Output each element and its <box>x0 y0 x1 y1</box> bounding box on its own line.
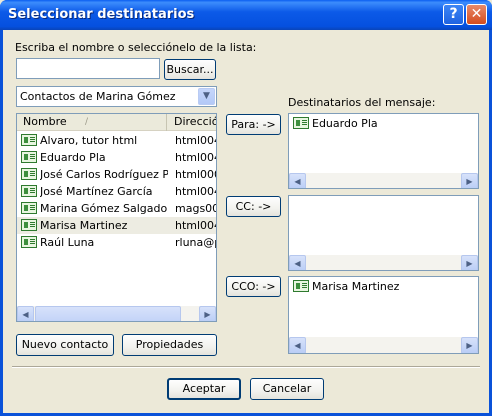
scroll-left-icon[interactable]: ◀ <box>289 173 306 188</box>
contact-card-icon <box>293 117 309 129</box>
contact-address: mags007 <box>175 202 216 215</box>
scroll-left-icon[interactable]: ◀ <box>289 337 306 353</box>
recipient-name: Marisa Martinez <box>312 280 400 293</box>
contacts-list-header: Nombre ∕ Dirección <box>17 114 216 131</box>
cc-button[interactable]: CC: -> <box>226 196 281 217</box>
contact-card-icon <box>21 219 37 231</box>
contact-name: Raúl Luna <box>40 236 95 249</box>
column-header-name[interactable]: Nombre ∕ <box>17 114 167 131</box>
recipient-name: Eduardo Pla <box>312 117 378 130</box>
bcc-list-scrollbar[interactable]: ◀ ▶ <box>289 336 478 353</box>
contact-row[interactable]: Marina Gómez Salgado mags007 <box>17 200 216 217</box>
contact-address: rluna@p <box>175 236 217 249</box>
scroll-right-icon[interactable]: ▶ <box>461 337 478 353</box>
contact-name: Marina Gómez Salgado <box>40 202 168 215</box>
close-button[interactable]: ✕ <box>466 4 487 25</box>
sort-ascending-icon: ∕ <box>85 117 89 127</box>
contact-card-icon <box>21 185 37 197</box>
contact-address: html0042 <box>175 151 216 164</box>
contact-row[interactable]: Marisa Martinez html0040 <box>17 217 216 234</box>
contact-name: José Carlos Rodríguez P... <box>40 168 168 181</box>
contact-row[interactable]: José Carlos Rodríguez P... html0005 <box>17 166 216 183</box>
contacts-horizontal-scrollbar[interactable]: ◀ ▶ <box>17 305 216 321</box>
cancel-button[interactable]: Cancelar <box>250 378 324 400</box>
contact-card-icon <box>21 168 37 180</box>
cc-list-scrollbar[interactable]: ◀ ▶ <box>289 254 478 270</box>
scroll-left-icon[interactable]: ◀ <box>289 255 306 270</box>
recipient-row[interactable]: Marisa Martinez <box>289 278 478 295</box>
address-book-select[interactable]: Contactos de Marina Gómez ▼ <box>16 86 217 107</box>
contact-card-icon <box>21 151 37 163</box>
contact-card-icon <box>21 236 37 248</box>
recipient-row[interactable]: Eduardo Pla <box>289 115 478 132</box>
scroll-right-icon[interactable]: ▶ <box>461 255 478 270</box>
properties-button[interactable]: Propiedades <box>122 334 217 356</box>
to-list-scrollbar[interactable]: ◀ ▶ <box>289 172 478 188</box>
scrollbar-thumb[interactable] <box>35 306 181 321</box>
chevron-down-icon[interactable]: ▼ <box>198 88 215 105</box>
accept-button[interactable]: Aceptar <box>167 378 241 400</box>
contacts-list[interactable]: Nombre ∕ Dirección Alvaro, tutor html htm… <box>16 113 217 322</box>
dialog-window: Seleccionar destinatarios ? ✕ Escriba el… <box>0 0 492 416</box>
to-button[interactable]: Para: -> <box>226 114 281 135</box>
column-header-address[interactable]: Dirección <box>168 114 216 131</box>
column-header-name-label: Nombre <box>23 115 67 128</box>
contact-address: html0044 <box>175 185 216 198</box>
contact-name: Eduardo Pla <box>40 151 106 164</box>
address-book-selected-value: Contactos de Marina Gómez <box>20 90 176 103</box>
search-button[interactable]: Buscar... <box>164 59 216 80</box>
recipients-label: Destinatarios del mensaje: <box>288 96 436 109</box>
bcc-button[interactable]: CCO: -> <box>226 276 281 297</box>
contact-card-icon <box>21 202 37 214</box>
window-title: Seleccionar destinatarios <box>8 7 195 22</box>
contact-address: html0040 <box>175 219 216 232</box>
scroll-left-icon[interactable]: ◀ <box>17 306 34 321</box>
contact-name: José Martínez García <box>40 185 153 198</box>
scroll-right-icon[interactable]: ▶ <box>199 306 216 321</box>
dialog-body: Escriba el nombre o selecciónelo de la l… <box>3 30 489 413</box>
help-button[interactable]: ? <box>443 4 464 25</box>
contact-row[interactable]: Eduardo Pla html0042 <box>17 149 216 166</box>
title-bar[interactable]: Seleccionar destinatarios ? ✕ <box>0 0 492 30</box>
contact-card-icon <box>293 280 309 292</box>
new-contact-button[interactable]: Nuevo contacto <box>16 334 114 356</box>
contact-row[interactable]: José Martínez García html0044 <box>17 183 216 200</box>
contact-row[interactable]: Raúl Luna rluna@p <box>17 234 216 251</box>
scroll-right-icon[interactable]: ▶ <box>461 173 478 188</box>
search-input[interactable] <box>16 58 160 79</box>
contact-name: Marisa Martinez <box>40 219 128 232</box>
contact-address: html0048 <box>175 134 216 147</box>
search-prompt-label: Escriba el nombre o selecciónelo de la l… <box>15 41 257 54</box>
bcc-recipients-list[interactable]: Marisa Martinez ◀ ▶ <box>288 276 479 354</box>
contact-card-icon <box>21 134 37 146</box>
contact-name: Alvaro, tutor html <box>40 134 138 147</box>
contact-address: html0005 <box>175 168 216 181</box>
to-recipients-list[interactable]: Eduardo Pla ◀ ▶ <box>288 113 479 189</box>
cc-recipients-list[interactable]: ◀ ▶ <box>288 195 479 271</box>
contact-row[interactable]: Alvaro, tutor html html0048 <box>17 132 216 149</box>
footer-separator <box>12 366 480 368</box>
